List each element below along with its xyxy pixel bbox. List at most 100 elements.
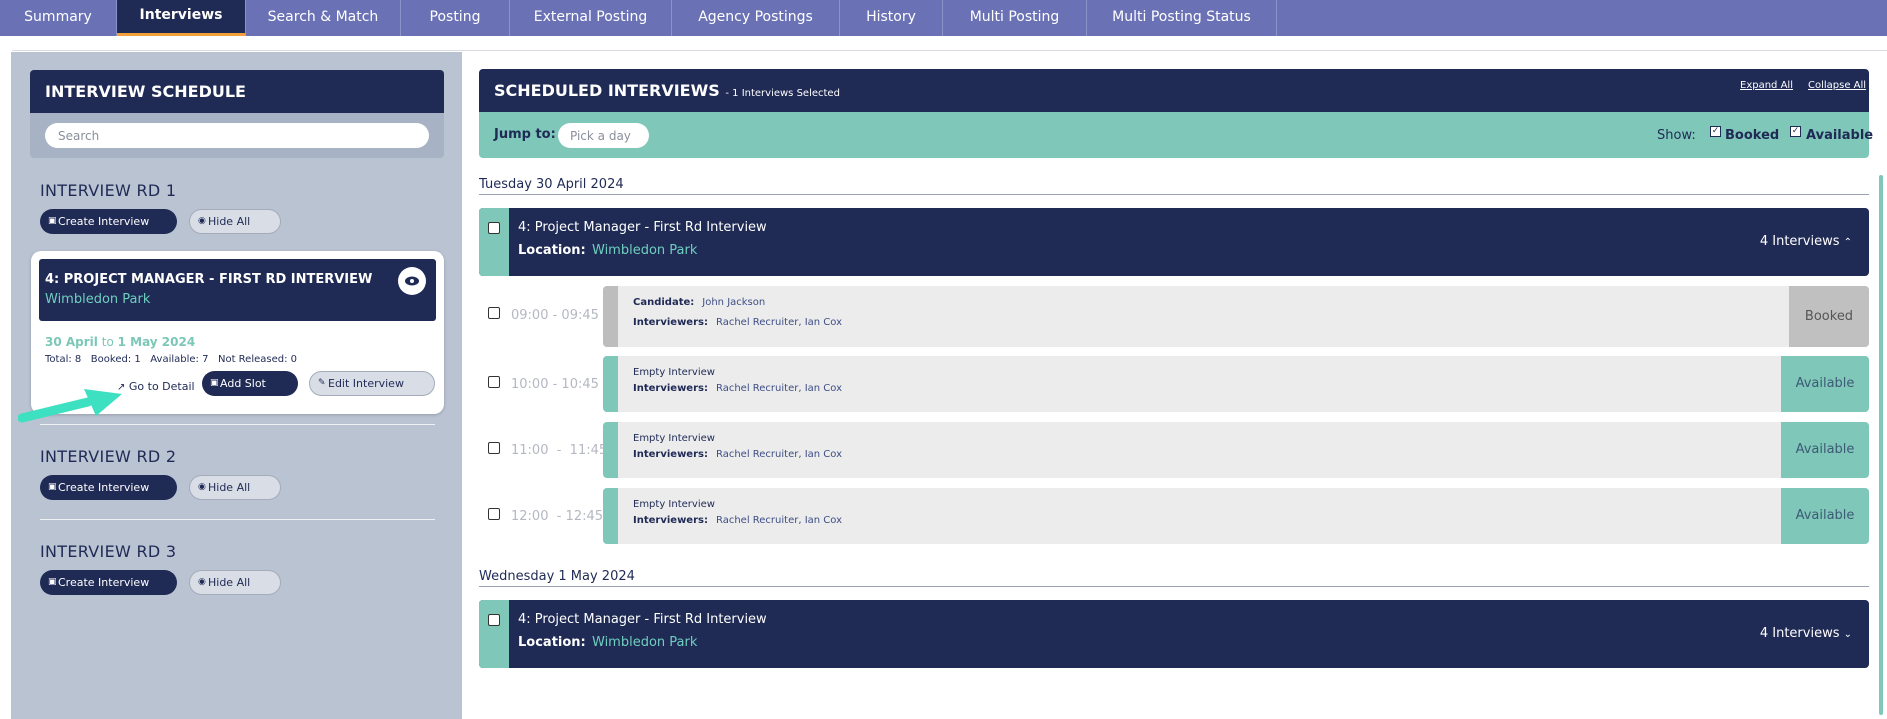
group-accent <box>479 600 509 668</box>
day-date-label: Tuesday 30 April 2024 <box>479 177 624 192</box>
pick-day-input[interactable] <box>558 123 649 148</box>
slot-time: 12:00 - 12:45 <box>511 509 604 524</box>
create-interview-button-rd2[interactable]: ▣ Create Interview <box>40 475 177 500</box>
group-toggle[interactable]: 4 Interviews ⌄ <box>1760 626 1852 641</box>
hide-all-button-rd1[interactable]: ◉ Hide All <box>189 209 281 234</box>
slot-checkbox[interactable] <box>488 307 500 319</box>
tab-multi-posting-status[interactable]: Multi Posting Status <box>1087 0 1277 36</box>
card-location: Wimbledon Park <box>45 292 151 307</box>
hide-all-label: Hide All <box>208 481 251 494</box>
tab-history[interactable]: History <box>840 0 943 36</box>
scheduled-interviews-header: SCHEDULED INTERVIEWS - 1 Interviews Sele… <box>479 69 1869 112</box>
tab-multi-posting[interactable]: Multi Posting <box>943 0 1087 36</box>
slot-empty-label: Empty Interview <box>633 499 715 510</box>
card-stats: Total: 8 Booked: 1 Available: 7 Not Rele… <box>45 354 298 365</box>
group-accent <box>479 208 509 276</box>
eye-icon: ◉ <box>198 577 206 587</box>
tab-agency-postings[interactable]: Agency Postings <box>672 0 840 36</box>
slot-empty-label: Empty Interview <box>633 433 715 444</box>
group-toggle[interactable]: 4 Interviews ⌃ <box>1760 234 1852 249</box>
slot-interviewers: Interviewers: Rachel Recruiter, Ian Cox <box>633 515 842 526</box>
collapse-all-link[interactable]: Collapse All <box>1808 80 1866 91</box>
slot-row[interactable]: Empty Interview Interviewers: Rachel Recr… <box>603 488 1869 544</box>
candidate-name[interactable]: John Jackson <box>702 297 765 308</box>
hide-all-button-rd3[interactable]: ◉ Hide All <box>189 570 281 595</box>
group-location-label: Location: <box>518 243 586 258</box>
slot-candidate: Candidate: John Jackson <box>633 297 765 308</box>
round-1-title: INTERVIEW RD 1 <box>40 181 177 200</box>
group-checkbox[interactable] <box>488 614 500 626</box>
go-to-detail-link[interactable]: ↗ Go to Detail <box>117 380 195 393</box>
day-divider <box>479 194 1869 195</box>
slot-interviewers: Interviewers: Rachel Recruiter, Ian Cox <box>633 383 842 394</box>
create-interview-label: Create Interview <box>58 215 150 228</box>
edit-interview-button[interactable]: ✎ Edit Interview <box>309 371 435 396</box>
booked-label: Booked <box>1725 128 1780 143</box>
status-badge-available: Available <box>1781 422 1869 478</box>
slot-time: 10:00 - 10:45 <box>511 377 599 392</box>
slot-row[interactable]: Candidate: John Jackson Interviewers: Rach… <box>603 286 1869 347</box>
tab-posting[interactable]: Posting <box>401 0 510 36</box>
slot-accent <box>603 286 618 347</box>
divider <box>40 519 435 520</box>
tab-search-match[interactable]: Search & Match <box>246 0 401 36</box>
tab-summary[interactable]: Summary <box>0 0 117 36</box>
booked-checkbox[interactable]: ✓ <box>1710 126 1721 137</box>
slot-interviewers: Interviewers: Rachel Recruiter, Ian Cox <box>633 449 842 460</box>
interviewers-label: Interviewers: <box>633 515 708 526</box>
search-input[interactable] <box>45 123 429 148</box>
top-tab-bar: Summary Interviews Search & Match Postin… <box>0 0 1887 36</box>
status-badge-available: Available <box>1781 356 1869 412</box>
hide-all-button-rd2[interactable]: ◉ Hide All <box>189 475 281 500</box>
round-3-title: INTERVIEW RD 3 <box>40 542 177 561</box>
expand-all-link[interactable]: Expand All <box>1740 80 1793 91</box>
day-divider <box>479 586 1869 587</box>
status-badge-available: Available <box>1781 488 1869 544</box>
interview-count: 4 Interviews <box>1759 234 1840 249</box>
jump-to-bar: Jump to: Show: ✓ Booked ✓ Available <box>479 112 1873 158</box>
group-location-label: Location: <box>518 635 586 650</box>
card-header: 4: PROJECT MANAGER - FIRST RD INTERVIEW … <box>39 259 436 321</box>
chevron-up-icon: ⌃ <box>1843 237 1852 248</box>
plus-square-icon: ▣ <box>48 577 57 587</box>
create-interview-button-rd3[interactable]: ▣ Create Interview <box>40 570 177 595</box>
divider <box>40 424 435 425</box>
slot-checkbox[interactable] <box>488 376 500 388</box>
scrollbar[interactable] <box>1879 175 1883 715</box>
plus-square-icon: ▣ <box>48 482 57 492</box>
interview-group: 4: Project Manager - First Rd Interview … <box>479 208 1869 276</box>
empty-interview-label: Empty Interview <box>633 367 715 378</box>
slot-checkbox[interactable] <box>488 508 500 520</box>
day-date-label: Wednesday 1 May 2024 <box>479 569 635 584</box>
group-title: 4: Project Manager - First Rd Interview <box>518 220 767 235</box>
edit-interview-label: Edit Interview <box>328 377 404 390</box>
group-checkbox[interactable] <box>488 222 500 234</box>
add-slot-label: Add Slot <box>220 377 266 390</box>
eye-icon-button[interactable] <box>398 267 426 295</box>
group-title: 4: Project Manager - First Rd Interview <box>518 612 767 627</box>
selected-count: - 1 Interviews Selected <box>725 88 840 99</box>
chevron-down-icon: ⌄ <box>1843 629 1852 640</box>
card-date-range: 30 April to 1 May 2024 <box>45 335 195 349</box>
hide-all-label: Hide All <box>208 215 251 228</box>
slot-row[interactable]: Empty Interview Interviewers: Rachel Recr… <box>603 356 1869 412</box>
tab-external-posting[interactable]: External Posting <box>510 0 672 36</box>
slot-checkbox[interactable] <box>488 442 500 454</box>
separator-line <box>12 50 1887 51</box>
go-to-detail-label: Go to Detail <box>128 380 195 393</box>
slot-row[interactable]: Empty Interview Interviewers: Rachel Recr… <box>603 422 1869 478</box>
available-checkbox[interactable]: ✓ <box>1790 126 1801 137</box>
annotation-arrow-icon <box>18 389 122 423</box>
show-label: Show: <box>1657 128 1696 143</box>
interview-schedule-box: INTERVIEW SCHEDULE <box>30 70 444 158</box>
candidate-label: Candidate: <box>633 297 695 308</box>
create-interview-button-rd1[interactable]: ▣ Create Interview <box>40 209 177 234</box>
status-badge-booked: Booked <box>1789 286 1869 347</box>
slot-accent <box>603 422 618 478</box>
add-slot-button[interactable]: ▣ Add Slot <box>202 371 298 396</box>
hide-all-label: Hide All <box>208 576 251 589</box>
group-location: Wimbledon Park <box>592 243 698 258</box>
jump-to-label: Jump to: <box>494 127 556 142</box>
tab-interviews[interactable]: Interviews <box>117 0 246 36</box>
group-location: Wimbledon Park <box>592 635 698 650</box>
